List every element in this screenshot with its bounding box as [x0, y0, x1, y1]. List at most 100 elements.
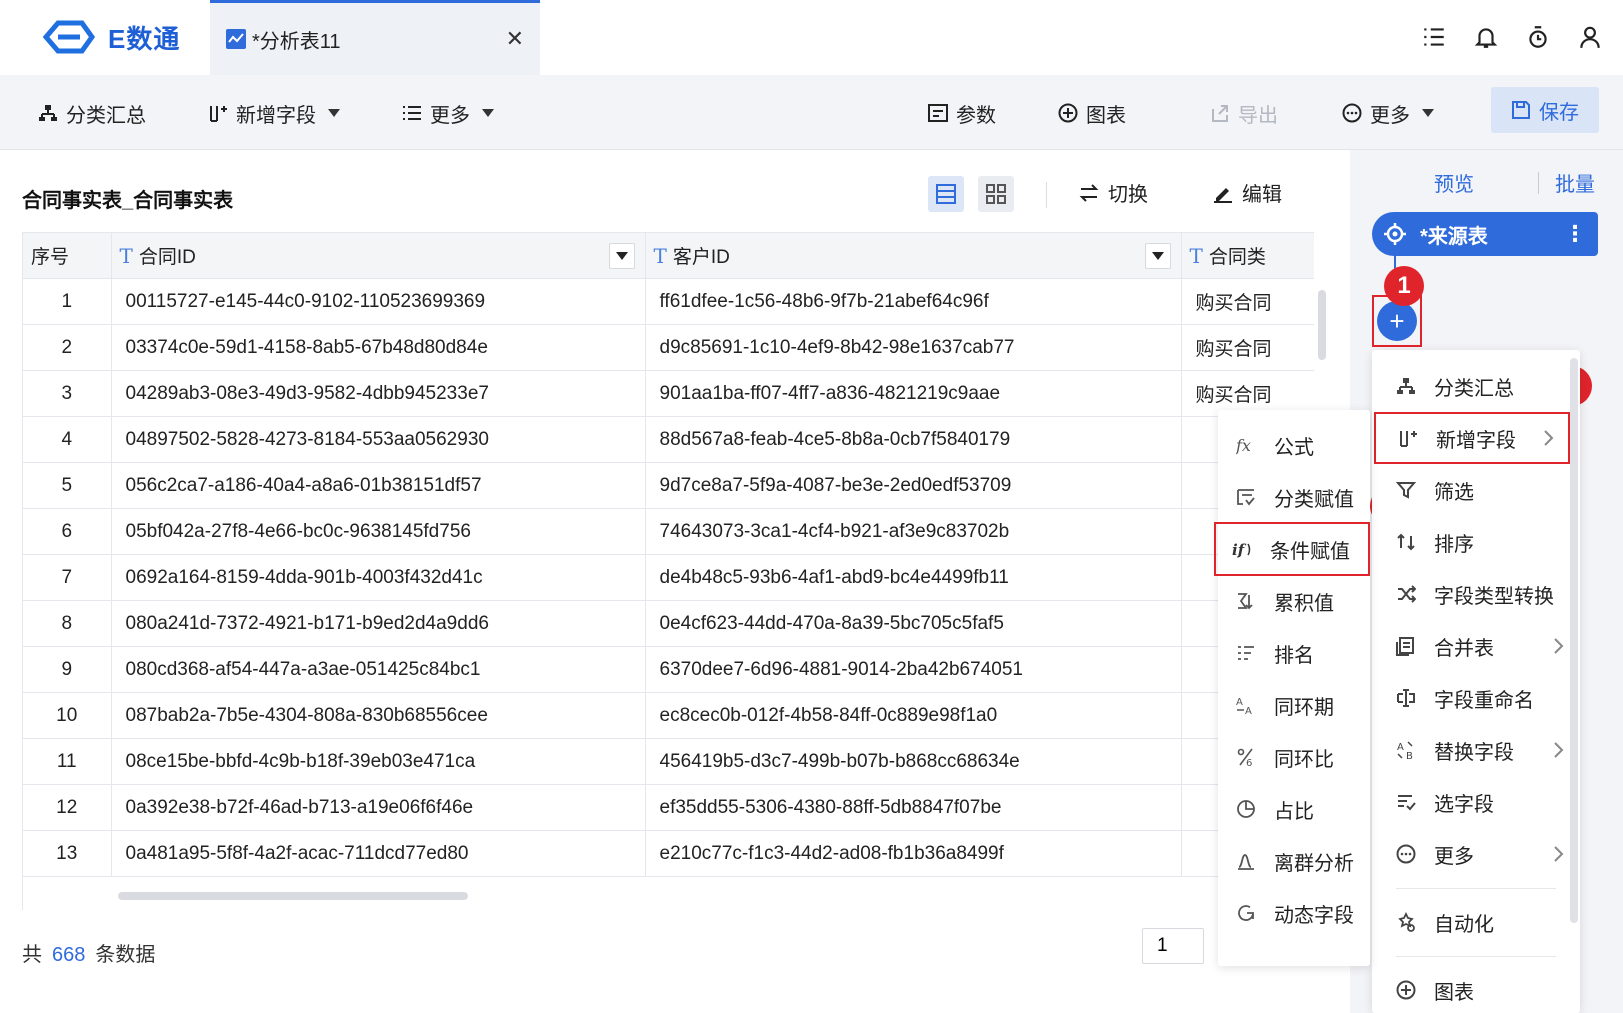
save-icon: [1512, 101, 1530, 119]
svg-text:A: A: [1245, 706, 1252, 715]
group-summary-button[interactable]: 分类汇总: [38, 95, 146, 131]
tab-analysis-sheet[interactable]: *分析表11 ✕: [210, 0, 540, 75]
cell-customer-id: d9c85691-1c10-4ef9-8b42-98e1637cab77: [645, 324, 1182, 371]
table-row[interactable]: 12 0a392e38-b72f-46ad-b713-a19e06f6f46e ef…: [23, 784, 1314, 831]
menu-item-type-convert[interactable]: 字段类型转换: [1372, 568, 1580, 620]
more-circle-icon: [1396, 844, 1416, 864]
menu-item-chart[interactable]: 图表: [1372, 964, 1580, 1013]
submenu-item-proportion[interactable]: 占比: [1218, 782, 1370, 836]
cell-customer-id: e210c77c-f1c3-44d2-ad08-fb1b36a8499f: [645, 830, 1182, 877]
menu-item-group-summary[interactable]: 分类汇总: [1372, 360, 1580, 412]
table-row[interactable]: 2 03374c0e-59d1-4158-8ab5-67b48d80d84e d9c…: [23, 324, 1314, 371]
table-view-toggle[interactable]: [928, 176, 964, 212]
timer-icon[interactable]: [1525, 24, 1551, 50]
cell-contract-id: 080a241d-7372-4921-b171-b9ed2d4a9dd6: [111, 600, 646, 647]
column-dropdown-button[interactable]: [608, 243, 635, 269]
submenu-item-outlier[interactable]: 离群分析: [1218, 834, 1370, 888]
batch-link[interactable]: 批量: [1555, 168, 1595, 197]
table-row[interactable]: 9 080cd368-af54-447a-a3ae-051425c84bc1 637…: [23, 646, 1314, 693]
column-header-customer-id[interactable]: T 客户ID: [645, 232, 1182, 279]
grid-view-toggle[interactable]: [978, 176, 1014, 212]
bell-icon[interactable]: [1473, 24, 1499, 50]
add-circle-icon: [1058, 103, 1078, 123]
switch-label: 切换: [1108, 184, 1148, 206]
logo-text: E数通: [108, 23, 181, 54]
sort-icon: [1397, 533, 1415, 551]
submenu-item-condition-assign[interactable]: if 条件赋值: [1214, 522, 1370, 576]
submenu-item-period-compare[interactable]: AA 同环期: [1218, 678, 1370, 732]
submenu-item-cumulative[interactable]: 累积值: [1218, 574, 1370, 628]
table-row[interactable]: 7 0692a164-8159-4dda-901b-4003f432d41c de4…: [23, 554, 1314, 601]
menu-item-select-field[interactable]: 选字段: [1372, 776, 1580, 828]
switch-button[interactable]: 切换: [1078, 178, 1148, 207]
switch-arrows-icon: [1079, 183, 1099, 202]
text-type-icon: T: [653, 244, 667, 268]
table-row[interactable]: 5 056c2ca7-a186-40a4-a8a6-01b38151df57 9d7…: [23, 462, 1314, 509]
params-button[interactable]: 参数: [928, 95, 996, 131]
menu-item-replace-field[interactable]: AB 替换字段: [1372, 724, 1580, 776]
menu-scrollbar[interactable]: [1570, 358, 1578, 923]
rank-icon: [1238, 646, 1254, 660]
submenu-item-rank[interactable]: 排名: [1218, 626, 1370, 680]
menu-item-rename-field[interactable]: 字段重命名: [1372, 672, 1580, 724]
filter-icon: [1396, 482, 1416, 499]
table-row[interactable]: 6 05bf042a-27f8-4e66-bc0c-9638145fd756 746…: [23, 508, 1314, 555]
select-field-icon: [1398, 795, 1416, 811]
export-button[interactable]: 导出: [1210, 95, 1278, 131]
table-row[interactable]: 13 0a481a95-5f8f-4a2f-acac-711dcd77ed80 e2…: [23, 830, 1314, 877]
user-icon[interactable]: [1577, 24, 1603, 50]
menu-item-automation[interactable]: 自动化: [1372, 896, 1580, 948]
data-preview-panel: 合同事实表_合同事实表 切换 编辑 序号 T 合同ID T 客户ID T 合同类…: [0, 150, 1350, 1013]
menu-item-more[interactable]: 更多: [1372, 828, 1580, 880]
preview-link[interactable]: 预览: [1434, 168, 1474, 197]
table-title: 合同事实表_合同事实表: [22, 190, 234, 212]
task-list-icon[interactable]: [1421, 24, 1447, 50]
cell-contract-id: 04897502-5828-4273-8184-553aa0562930: [111, 416, 646, 463]
more-right-label: 更多: [1370, 104, 1410, 127]
vertical-scrollbar[interactable]: [1318, 290, 1326, 360]
submenu-item-period-ratio[interactable]: 6 同环比: [1218, 730, 1370, 784]
cell-index: 2: [23, 324, 112, 371]
more-right-button[interactable]: 更多: [1342, 95, 1434, 131]
save-label: 保存: [1539, 101, 1579, 124]
group-summary-label: 分类汇总: [66, 104, 146, 127]
more-vertical-icon[interactable]: ⋮: [1564, 221, 1586, 247]
submenu-item-category-assign[interactable]: 分类赋值: [1218, 470, 1370, 524]
cell-index: 11: [23, 738, 112, 785]
cell-contract-id: 0692a164-8159-4dda-901b-4003f432d41c: [111, 554, 646, 601]
table-row[interactable]: 3 04289ab3-08e3-49d3-9582-4dbb945233e7 901…: [23, 370, 1314, 417]
horizontal-scrollbar[interactable]: [118, 892, 468, 900]
table-row[interactable]: 1 00115727-e145-44c0-9102-110523699369 ff6…: [23, 278, 1314, 325]
menu-item-sort[interactable]: 排序: [1372, 516, 1580, 568]
submenu-item-formula[interactable]: fx 公式: [1218, 418, 1370, 472]
chart-button[interactable]: 图表: [1058, 95, 1126, 131]
more-circle-icon: [1342, 103, 1362, 123]
menu-item-merge-table[interactable]: 合并表: [1372, 620, 1580, 672]
column-header-contract-id[interactable]: T 合同ID: [111, 232, 646, 279]
source-table-node[interactable]: *来源表 ⋮: [1372, 212, 1598, 256]
chevron-right-icon: [1554, 638, 1564, 654]
step-badge-1: 1: [1384, 266, 1424, 306]
add-field-button[interactable]: 新增字段: [208, 95, 340, 131]
cell-customer-id: 88d567a8-feab-4ce5-8b8a-0cb7f5840179: [645, 416, 1182, 463]
table-row[interactable]: 8 080a241d-7372-4921-b171-b9ed2d4a9dd6 0e4…: [23, 600, 1314, 647]
column-dropdown-button[interactable]: [1144, 243, 1171, 269]
submenu-item-dynamic-field[interactable]: 动态字段: [1218, 886, 1370, 940]
table-row[interactable]: 11 08ce15be-bbfd-4c9b-b18f-39eb03e471ca 45…: [23, 738, 1314, 785]
table-row[interactable]: 4 04897502-5828-4273-8184-553aa0562930 88d…: [23, 416, 1314, 463]
add-step-button[interactable]: +: [1377, 301, 1417, 341]
table-row[interactable]: 10 087bab2a-7b5e-4304-808a-830b68556cee ec…: [23, 692, 1314, 739]
cell-index: 5: [23, 462, 112, 509]
cell-index: 10: [23, 692, 112, 739]
svg-text:fx: fx: [1236, 436, 1251, 455]
more-left-button[interactable]: 更多: [402, 95, 494, 131]
save-button[interactable]: 保存: [1491, 87, 1599, 133]
menu-item-filter[interactable]: 筛选: [1372, 464, 1580, 516]
edit-button[interactable]: 编辑: [1212, 178, 1282, 207]
top-bar: E数通 *分析表11 ✕: [0, 0, 1623, 75]
close-tab-button[interactable]: ✕: [506, 26, 524, 52]
page-number-input[interactable]: [1142, 928, 1204, 964]
menu-item-add-field[interactable]: 新增字段: [1374, 412, 1570, 464]
column-header-contract-type[interactable]: T 合同类: [1181, 232, 1314, 279]
export-label: 导出: [1238, 104, 1278, 127]
